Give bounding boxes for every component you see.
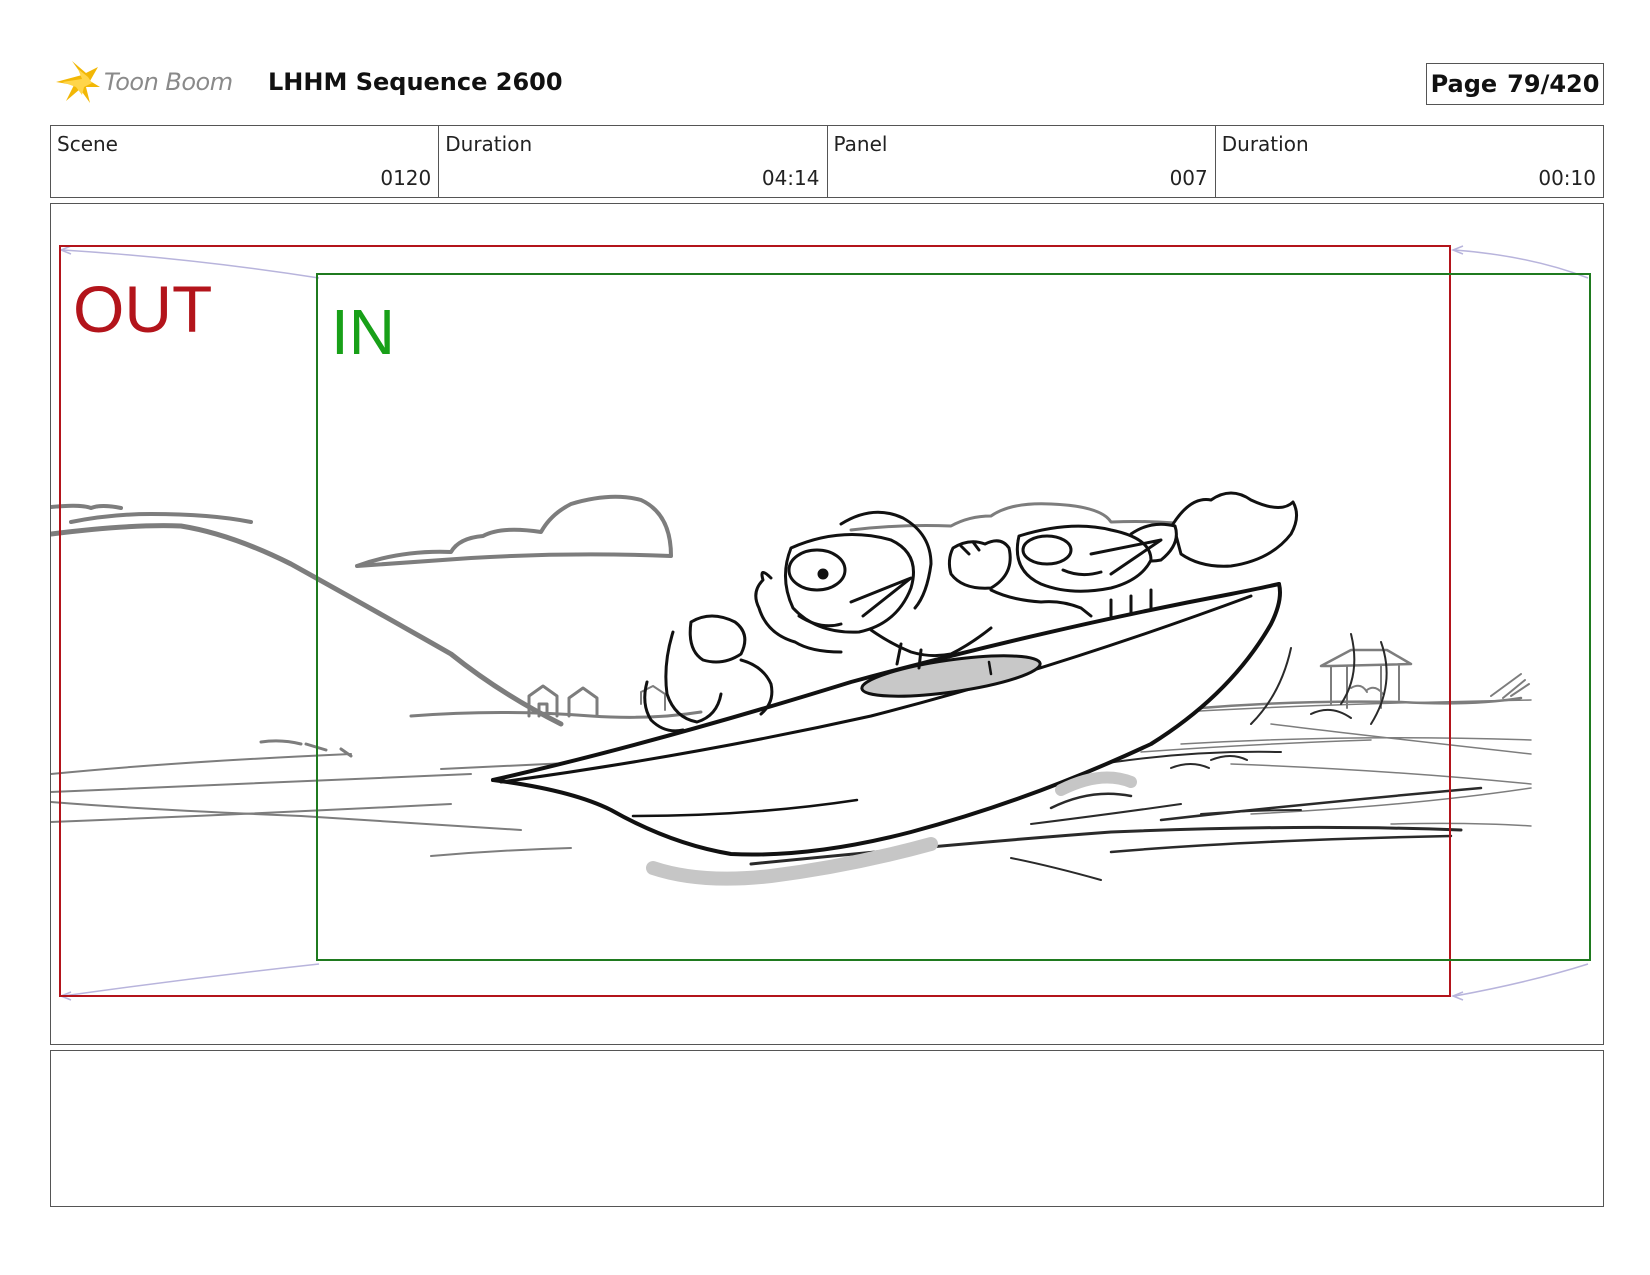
panel-drawing: OUT IN — [51, 245, 1591, 1001]
panel-cell: Panel 007 — [828, 126, 1216, 197]
out-label: OUT — [73, 272, 212, 346]
page-label: Page — [1430, 70, 1498, 98]
toon-boom-logo: Toon Boom — [52, 56, 233, 108]
panel-label: Panel — [833, 132, 888, 156]
panel-duration-cell: Duration 00:10 — [1216, 126, 1603, 197]
in-label: IN — [331, 296, 395, 368]
panel-notes-area[interactable] — [50, 1050, 1604, 1207]
scene-value: 0120 — [380, 166, 432, 190]
storyboard-panel: OUT IN — [50, 203, 1604, 1045]
page-number: 79/420 — [1507, 70, 1600, 98]
scene-duration-label: Duration — [445, 132, 533, 156]
page-indicator: Page 79/420 — [1426, 63, 1604, 105]
sequence-title: LHHM Sequence 2600 — [268, 68, 563, 96]
scene-duration-value: 04:14 — [761, 166, 820, 190]
star-burst-icon — [56, 61, 100, 103]
scene-duration-cell: Duration 04:14 — [439, 126, 828, 197]
boat-sketch — [491, 582, 1282, 886]
scene-info-table: Scene 0120 Duration 04:14 Panel 007 Dura… — [50, 125, 1604, 198]
panel-duration-value: 00:10 — [1538, 166, 1596, 190]
logo-text: Toon Boom — [104, 68, 233, 96]
in-frame — [316, 273, 1591, 961]
scene-cell: Scene 0120 — [51, 126, 440, 197]
scene-label: Scene — [57, 132, 118, 156]
panel-value: 007 — [1169, 166, 1208, 190]
panel-duration-label: Duration — [1221, 132, 1309, 156]
